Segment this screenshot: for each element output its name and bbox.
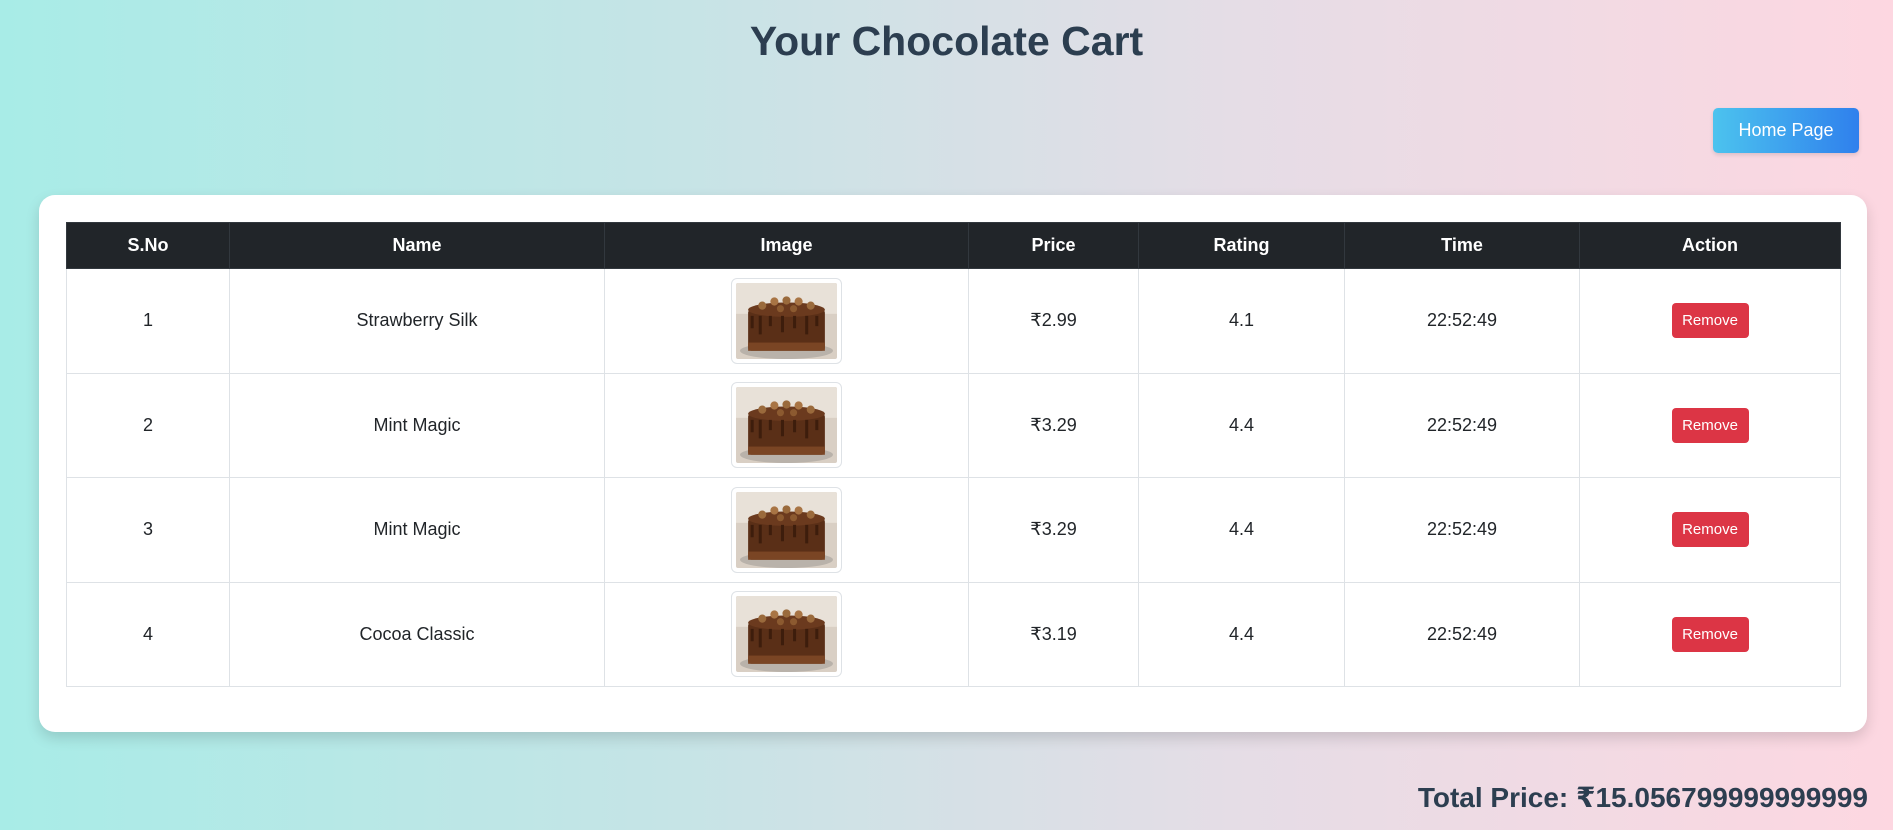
- cell-action: Remove: [1579, 477, 1841, 583]
- remove-button[interactable]: Remove: [1671, 407, 1749, 443]
- cell-sno: 2: [66, 372, 230, 478]
- product-thumbnail: [731, 382, 842, 469]
- cell-time: 22:52:49: [1344, 268, 1580, 374]
- cell-name: Mint Magic: [229, 372, 605, 478]
- cell-price: ₹3.19: [968, 581, 1139, 687]
- product-thumbnail: [731, 277, 842, 364]
- cake-image: [736, 282, 837, 359]
- cell-image: [604, 268, 969, 374]
- cart-table-body: 1 Strawberry Silk ₹2.99 4.1 22:52:49 Remove 2 M…: [66, 268, 1841, 687]
- table-row: 2 Mint Magic ₹3.29 4.4 22:52:49 Remove: [66, 372, 1841, 478]
- header-price: Price: [968, 222, 1139, 269]
- cell-name: Mint Magic: [229, 477, 605, 583]
- cell-rating: 4.4: [1138, 477, 1345, 583]
- cell-image: [604, 372, 969, 478]
- cell-sno: 1: [66, 268, 230, 374]
- cell-rating: 4.4: [1138, 581, 1345, 687]
- page-title: Your Chocolate Cart: [749, 18, 1144, 64]
- cell-price: ₹3.29: [968, 477, 1139, 583]
- cell-name: Strawberry Silk: [229, 268, 605, 374]
- table-row: 4 Cocoa Classic ₹3.19 4.4 22:52:49 Remove: [66, 581, 1841, 687]
- header-sno: S.No: [66, 222, 230, 269]
- remove-button[interactable]: Remove: [1671, 512, 1749, 548]
- cake-image: [736, 387, 837, 464]
- cell-action: Remove: [1579, 268, 1841, 374]
- cell-price: ₹3.29: [968, 372, 1139, 478]
- cell-image: [604, 477, 969, 583]
- header-time: Time: [1344, 222, 1580, 269]
- cell-image: [604, 581, 969, 687]
- home-page-button[interactable]: Home Page: [1713, 108, 1859, 153]
- cell-rating: 4.1: [1138, 268, 1345, 374]
- cell-action: Remove: [1579, 581, 1841, 687]
- product-thumbnail: [731, 486, 842, 573]
- total-price: Total Price: ₹15.056799999999999: [1417, 782, 1868, 813]
- cell-name: Cocoa Classic: [229, 581, 605, 687]
- remove-button[interactable]: Remove: [1671, 303, 1749, 339]
- cell-time: 22:52:49: [1344, 372, 1580, 478]
- cell-sno: 4: [66, 581, 230, 687]
- table-header-row: S.No Name Image Price Rating Time Action: [66, 222, 1841, 269]
- cell-sno: 3: [66, 477, 230, 583]
- remove-button[interactable]: Remove: [1671, 616, 1749, 652]
- header-image: Image: [604, 222, 969, 269]
- table-row: 3 Mint Magic ₹3.29 4.4 22:52:49 Remove: [66, 477, 1841, 583]
- cake-image: [736, 491, 837, 568]
- header-name: Name: [229, 222, 605, 269]
- cake-image: [736, 596, 837, 673]
- header-rating: Rating: [1138, 222, 1345, 269]
- cell-time: 22:52:49: [1344, 477, 1580, 583]
- cell-time: 22:52:49: [1344, 581, 1580, 687]
- cart-card: S.No Name Image Price Rating Time Action…: [39, 195, 1867, 732]
- header-action: Action: [1579, 222, 1841, 269]
- cell-price: ₹2.99: [968, 268, 1139, 374]
- cell-action: Remove: [1579, 372, 1841, 478]
- table-row: 1 Strawberry Silk ₹2.99 4.1 22:52:49 Remove: [66, 268, 1841, 374]
- cell-rating: 4.4: [1138, 372, 1345, 478]
- product-thumbnail: [731, 591, 842, 678]
- cart-table: S.No Name Image Price Rating Time Action…: [66, 222, 1841, 687]
